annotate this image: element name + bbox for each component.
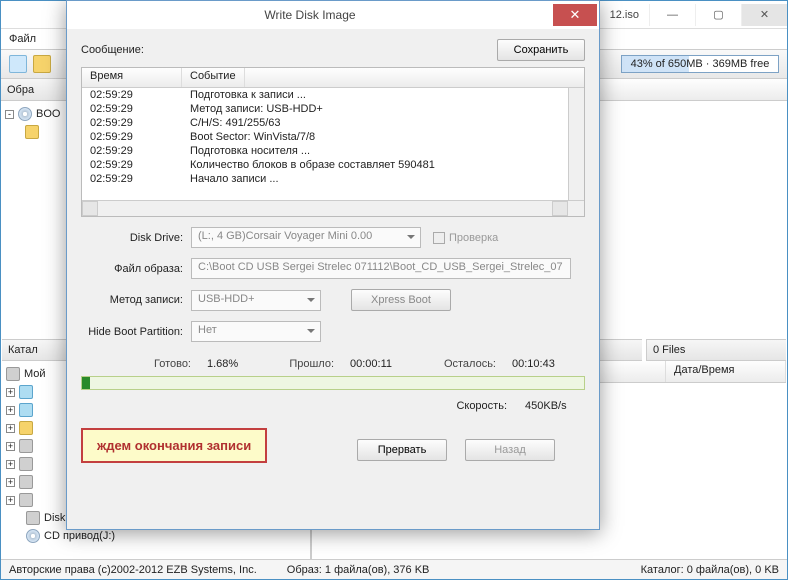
expand-icon[interactable]: + — [6, 424, 15, 433]
image-file-label: Файл образа: — [81, 263, 191, 275]
verify-label: Проверка — [449, 232, 498, 244]
modal-close-button[interactable]: ✕ — [553, 4, 597, 26]
verify-checkbox[interactable] — [433, 232, 445, 244]
progress-fill — [82, 377, 90, 389]
close-button[interactable]: ✕ — [741, 4, 787, 26]
back-button[interactable]: Назад — [465, 439, 555, 461]
drive-icon — [19, 403, 33, 417]
col-time[interactable]: Время — [82, 68, 182, 87]
log-rows[interactable]: 02:59:29Подготовка к записи ... 02:59:29… — [82, 88, 584, 200]
status-bar: Авторские права (c)2002-2012 EZB Systems… — [1, 559, 787, 579]
hide-boot-label: Hide Boot Partition: — [81, 326, 191, 338]
disk-drive-select[interactable]: (L:, 4 GB)Corsair Voyager Mini 0.00 — [191, 227, 421, 248]
log-box: Время Событие 02:59:29Подготовка к запис… — [81, 67, 585, 217]
new-icon[interactable] — [9, 55, 27, 73]
log-row: 02:59:29Количество блоков в образе соста… — [82, 158, 584, 172]
status-copyright: Авторские права (c)2002-2012 EZB Systems… — [9, 564, 257, 576]
open-icon[interactable] — [33, 55, 51, 73]
drive-icon — [19, 457, 33, 471]
cd-icon — [26, 529, 40, 543]
computer-icon — [6, 367, 20, 381]
log-row: 02:59:29Начало записи ... — [82, 172, 584, 186]
log-scrollbar-vertical[interactable] — [568, 88, 584, 200]
message-label: Сообщение: — [81, 44, 497, 56]
minimize-button[interactable]: — — [649, 4, 695, 26]
modal-title: Write Disk Image — [67, 8, 553, 22]
progress-stats: Готово: 1.68% Прошло: 00:00:11 Осталось:… — [81, 358, 585, 370]
hide-boot-select[interactable]: Нет — [191, 321, 321, 342]
abort-button[interactable]: Прервать — [357, 439, 447, 461]
expand-icon[interactable]: + — [6, 478, 15, 487]
speed-value: 450KB/s — [525, 400, 585, 412]
xpress-boot-button[interactable]: Xpress Boot — [351, 289, 451, 311]
drive-icon — [19, 493, 33, 507]
col-datetime[interactable]: Дата/Время — [666, 361, 786, 382]
modal-titlebar: Write Disk Image ✕ — [67, 1, 599, 29]
expand-icon[interactable]: + — [6, 406, 15, 415]
log-scrollbar-horizontal[interactable] — [82, 200, 584, 216]
menu-file[interactable]: Файл — [9, 33, 36, 45]
maximize-button[interactable]: ▢ — [695, 4, 741, 26]
status-image: Образ: 1 файла(ов), 376 KB — [287, 564, 430, 576]
drive-icon — [19, 475, 33, 489]
log-row: 02:59:29Метод записи: USB-HDD+ — [82, 102, 584, 116]
write-method-select[interactable]: USB-HDD+ — [191, 290, 321, 311]
write-disk-image-dialog: Write Disk Image ✕ Сообщение: Сохранить … — [66, 0, 600, 530]
collapse-icon[interactable]: - — [5, 110, 14, 119]
expand-icon[interactable]: + — [6, 496, 15, 505]
disk-drive-label: Disk Drive: — [81, 232, 191, 244]
log-row: 02:59:29Подготовка к записи ... — [82, 88, 584, 102]
expand-icon[interactable]: + — [6, 388, 15, 397]
progress-bar — [81, 376, 585, 390]
log-row: 02:59:29C/H/S: 491/255/63 — [82, 116, 584, 130]
expand-icon[interactable]: + — [6, 442, 15, 451]
log-row: 02:59:29Boot Sector: WinVista/7/8 — [82, 130, 584, 144]
save-button[interactable]: Сохранить — [497, 39, 585, 61]
write-method-label: Метод записи: — [81, 294, 191, 306]
size-usage-bar: 43% of 650MB · 369MB free — [621, 55, 779, 73]
disc-icon — [18, 107, 32, 121]
speed-label: Скорость: — [456, 400, 507, 412]
log-row: 02:59:29Подготовка носителя ... — [82, 144, 584, 158]
status-catalog: Каталог: 0 файла(ов), 0 KB — [641, 564, 779, 576]
drive-icon — [26, 511, 40, 525]
files-header: 0 Files — [646, 339, 786, 361]
image-file-field[interactable]: C:\Boot CD USB Sergei Strelec 071112\Boo… — [191, 258, 571, 279]
folder-icon — [19, 421, 33, 435]
drive-icon — [19, 439, 33, 453]
expand-icon[interactable]: + — [6, 460, 15, 469]
folder-icon — [25, 125, 39, 139]
col-event[interactable]: Событие — [182, 68, 245, 87]
drive-icon — [19, 385, 33, 399]
annotation-callout: ждем окончания записи — [81, 428, 267, 463]
